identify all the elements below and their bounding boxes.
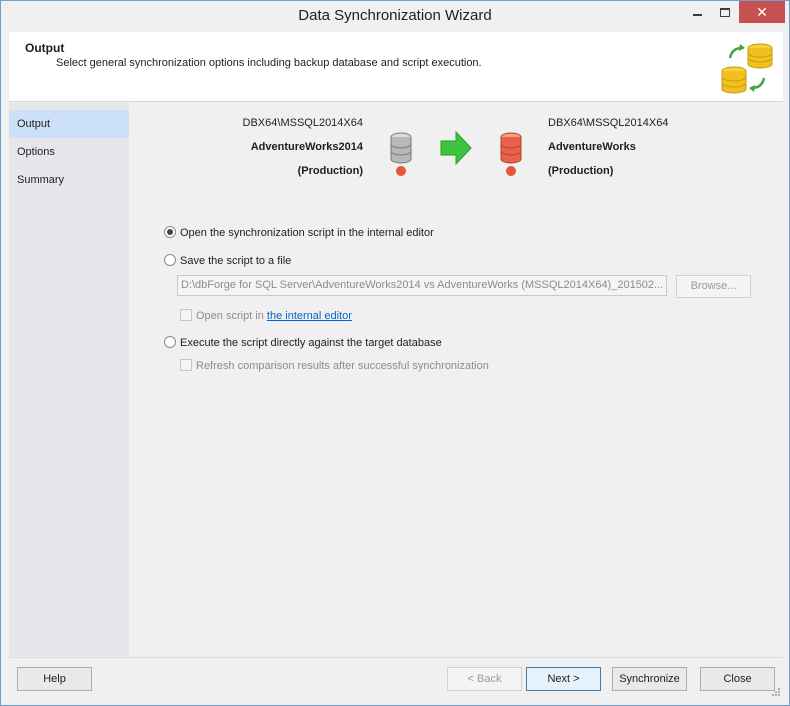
close-button[interactable]: Close bbox=[700, 667, 775, 691]
wizard-footer: Help < Back Next > Synchronize Close bbox=[9, 657, 783, 699]
open-script-checkbox[interactable] bbox=[180, 309, 192, 321]
nav-item-summary[interactable]: Summary bbox=[9, 166, 129, 194]
page-description: Select general synchronization options i… bbox=[56, 57, 482, 69]
open-internal-editor-radio[interactable] bbox=[164, 226, 176, 238]
target-server: DBX64\MSSQL2014X64 bbox=[548, 117, 669, 129]
source-status-dot bbox=[396, 166, 406, 176]
wizard-nav: Output Options Summary bbox=[9, 103, 129, 657]
source-database-icon bbox=[390, 132, 412, 176]
wizard-header: Output Select general synchronization op… bbox=[9, 32, 783, 102]
next-button[interactable]: Next > bbox=[526, 667, 601, 691]
back-button[interactable]: < Back bbox=[447, 667, 522, 691]
refresh-results-checkbox[interactable] bbox=[180, 359, 192, 371]
minimize-icon bbox=[692, 14, 702, 16]
nav-item-options[interactable]: Options bbox=[9, 138, 129, 166]
source-server: DBX64\MSSQL2014X64 bbox=[242, 117, 363, 129]
nav-item-output[interactable]: Output bbox=[9, 110, 129, 138]
output-page: DBX64\MSSQL2014X64 AdventureWorks2014 (P… bbox=[129, 103, 783, 657]
title-bar: Data Synchronization Wizard ✕ bbox=[1, 1, 789, 32]
refresh-results-label: Refresh comparison results after success… bbox=[196, 360, 489, 372]
close-icon: ✕ bbox=[756, 4, 768, 20]
file-path-input[interactable]: D:\dbForge for SQL Server\AdventureWorks… bbox=[177, 275, 667, 296]
execute-directly-label[interactable]: Execute the script directly against the … bbox=[180, 337, 442, 349]
wizard-window: Data Synchronization Wizard ✕ Output Sel… bbox=[0, 0, 790, 706]
resize-grip-icon[interactable] bbox=[771, 687, 781, 697]
database-sync-icon bbox=[721, 43, 773, 94]
sync-direction-arrow-icon bbox=[440, 131, 472, 165]
window-title: Data Synchronization Wizard bbox=[298, 7, 492, 24]
target-database-icon bbox=[500, 132, 522, 176]
open-script-text: Open script in bbox=[196, 310, 267, 322]
close-window-button[interactable]: ✕ bbox=[739, 1, 785, 23]
save-to-file-radio[interactable] bbox=[164, 254, 176, 266]
save-to-file-label[interactable]: Save the script to a file bbox=[180, 255, 291, 267]
source-environment: (Production) bbox=[297, 165, 363, 177]
target-status-dot bbox=[506, 166, 516, 176]
page-title: Output bbox=[25, 41, 65, 55]
maximize-icon bbox=[720, 7, 730, 17]
execute-directly-radio[interactable] bbox=[164, 336, 176, 348]
source-database: AdventureWorks2014 bbox=[250, 141, 363, 153]
open-internal-editor-label[interactable]: Open the synchronization script in the i… bbox=[180, 227, 434, 239]
target-database: AdventureWorks bbox=[548, 141, 636, 153]
minimize-button[interactable] bbox=[683, 1, 711, 23]
open-script-label: Open script in the internal editor bbox=[196, 310, 352, 322]
help-button[interactable]: Help bbox=[17, 667, 92, 691]
internal-editor-link[interactable]: the internal editor bbox=[267, 310, 352, 322]
browse-button[interactable]: Browse... bbox=[676, 275, 751, 298]
maximize-button[interactable] bbox=[711, 1, 739, 23]
target-environment: (Production) bbox=[548, 165, 614, 177]
synchronize-button[interactable]: Synchronize bbox=[612, 667, 687, 691]
